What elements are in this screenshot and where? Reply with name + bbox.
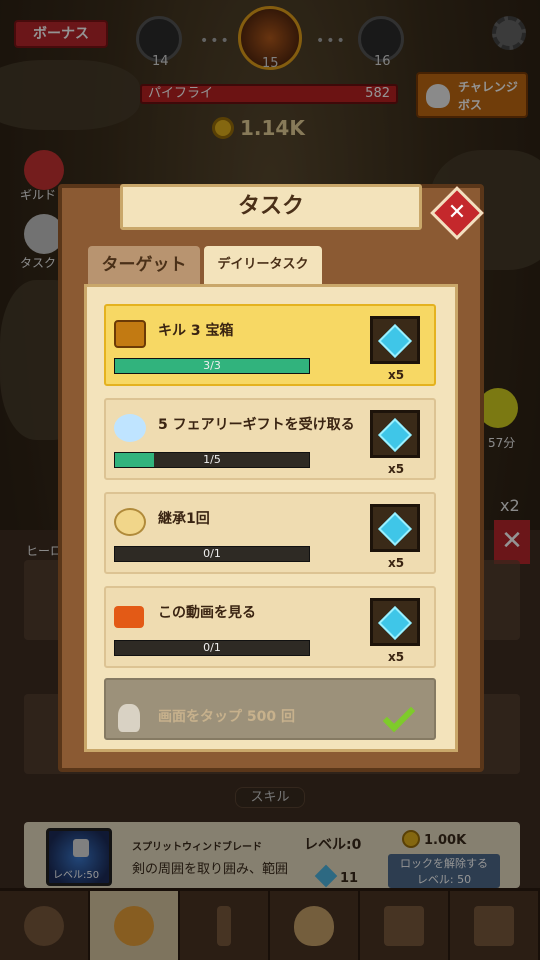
progress-text: 0/1 xyxy=(203,547,221,560)
task-progress-bar: 3/3 xyxy=(114,358,310,374)
task-item[interactable]: キル 3 宝箱 3/3 x5 xyxy=(104,304,436,386)
chest-icon xyxy=(114,320,146,348)
task-item-completed: 画面をタップ 500 回 xyxy=(104,678,436,740)
task-progress-bar: 0/1 xyxy=(114,546,310,562)
reward-box[interactable] xyxy=(370,410,420,458)
reward-quantity: x5 xyxy=(388,650,405,664)
video-icon xyxy=(114,606,144,628)
tab-daily-task[interactable]: デイリータスク xyxy=(204,246,322,284)
task-label: キル 3 宝箱 xyxy=(158,323,234,339)
task-label: 画面をタップ 500 回 xyxy=(158,709,295,725)
reward-box[interactable] xyxy=(370,504,420,552)
progress-text: 1/5 xyxy=(203,453,221,466)
wings-icon xyxy=(114,508,146,536)
task-item[interactable]: この動画を見る 0/1 x5 xyxy=(104,586,436,668)
hand-icon xyxy=(118,704,140,732)
gem-icon xyxy=(378,418,412,452)
reward-box[interactable] xyxy=(370,316,420,364)
task-item[interactable]: 5 フェアリーギフトを受け取る 1/5 x5 xyxy=(104,398,436,480)
task-progress-bar: 1/5 xyxy=(114,452,310,468)
task-label: この動画を見る xyxy=(158,605,256,621)
reward-quantity: x5 xyxy=(388,556,405,570)
tab-target[interactable]: ターゲット xyxy=(88,246,200,284)
gem-icon xyxy=(378,512,412,546)
task-label: 5 フェアリーギフトを受け取る xyxy=(158,417,355,433)
modal-title: タスク xyxy=(120,184,422,230)
reward-quantity: x5 xyxy=(388,368,405,382)
task-label: 継承1回 xyxy=(158,511,210,527)
reward-box[interactable] xyxy=(370,598,420,646)
close-icon: ✕ xyxy=(447,200,467,225)
gem-icon xyxy=(378,324,412,358)
task-progress-bar: 0/1 xyxy=(114,640,310,656)
task-item[interactable]: 継承1回 0/1 x5 xyxy=(104,492,436,574)
check-icon xyxy=(382,699,416,733)
reward-quantity: x5 xyxy=(388,462,405,476)
progress-text: 0/1 xyxy=(203,641,221,654)
gem-icon xyxy=(378,606,412,640)
progress-text: 3/3 xyxy=(203,359,221,372)
fairy-icon xyxy=(114,414,146,442)
